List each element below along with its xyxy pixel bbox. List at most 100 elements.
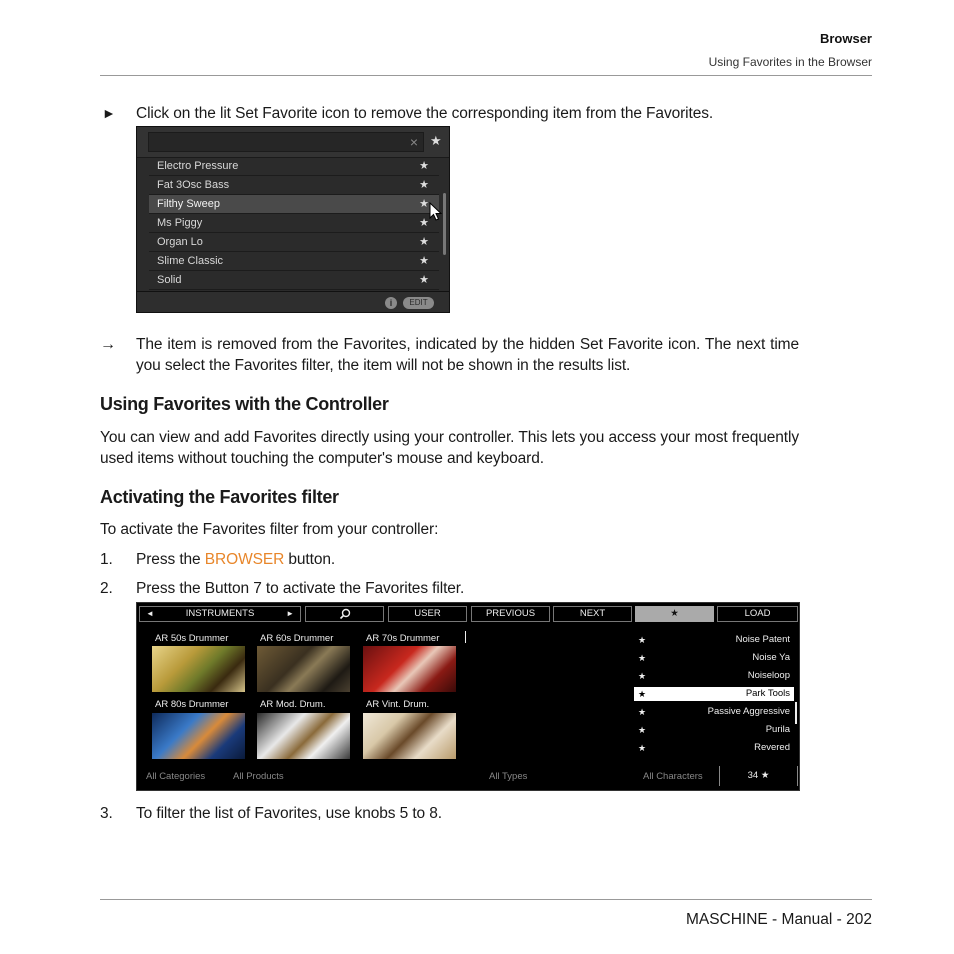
favorites-scrollbar[interactable] xyxy=(795,702,797,724)
favorite-list-item[interactable]: ★ Revered xyxy=(634,741,794,755)
favorite-list-item[interactable]: ★ Noiseloop xyxy=(634,669,794,683)
step-text: To filter the list of Favorites, use kno… xyxy=(136,805,443,822)
step-text: Press the BROWSER button. xyxy=(136,549,335,570)
tile-label: AR 80s Drummer xyxy=(155,699,229,710)
list-item[interactable]: Ms Piggy ★ xyxy=(149,214,439,233)
list-item[interactable]: Organ Lo ★ xyxy=(149,233,439,252)
favorite-star-icon: ★ xyxy=(638,707,647,717)
load-button[interactable]: LOAD xyxy=(717,606,798,622)
ar-60s-drummer-thumbnail[interactable] xyxy=(257,646,350,692)
filter-characters[interactable]: All Characters xyxy=(643,771,703,782)
favorite-name: Noiseloop xyxy=(747,670,790,681)
step-number: 1. xyxy=(100,551,113,568)
previous-arrow-icon[interactable]: ◄ xyxy=(146,607,154,621)
list-scrollbar[interactable] xyxy=(443,193,446,255)
favorite-list-item[interactable]: ★ Noise Ya xyxy=(634,651,794,665)
footer-divider xyxy=(100,899,872,900)
filter-products[interactable]: All Products xyxy=(233,771,284,782)
footer-page-label: MASCHINE - Manual - 202 xyxy=(685,911,872,928)
set-favorite-icon[interactable]: ★ xyxy=(419,233,429,251)
list-item[interactable]: Solid ★ xyxy=(149,271,439,290)
favorite-star-icon: ★ xyxy=(638,671,647,681)
list-item[interactable]: Slime Classic ★ xyxy=(149,252,439,271)
item-name: Organ Lo xyxy=(157,236,203,248)
header-divider xyxy=(100,75,872,76)
tile-label: AR 50s Drummer xyxy=(155,633,229,644)
text-cursor xyxy=(465,631,466,643)
results-list: Electro Pressure ★ Fat 3Osc Bass ★ Filth… xyxy=(149,157,439,299)
set-favorite-icon[interactable]: ★ xyxy=(419,271,429,289)
result-text: The item is removed from the Favorites, … xyxy=(136,336,799,374)
set-favorite-icon[interactable]: ★ xyxy=(419,214,429,232)
search-button[interactable] xyxy=(305,606,384,622)
favorite-name: Purila xyxy=(765,724,790,735)
set-favorite-icon[interactable]: ★ xyxy=(419,157,429,175)
list-item[interactable]: Electro Pressure ★ xyxy=(149,157,439,176)
step-text-after: button. xyxy=(284,551,336,568)
search-icon xyxy=(339,608,350,620)
favorite-star-icon: ★ xyxy=(638,725,647,735)
favorite-list-item-selected[interactable]: ★ Park Tools xyxy=(634,687,794,701)
favorite-name: Noise Ya xyxy=(752,652,790,663)
favorites-filter-icon[interactable]: ★ xyxy=(430,133,442,149)
item-name: Fat 3Osc Bass xyxy=(157,179,230,191)
set-favorite-icon[interactable]: ★ xyxy=(419,195,429,213)
ar-50s-drummer-thumbnail[interactable] xyxy=(152,646,245,692)
controller-display-screenshot: ◄ INSTRUMENTS ► USER PREVIOUS NEXT ★ LOA… xyxy=(136,602,800,791)
step-text-before: Press the xyxy=(136,551,205,568)
browser-button-highlight: BROWSER xyxy=(204,551,285,568)
list-item[interactable]: Fat 3Osc Bass ★ xyxy=(149,176,439,195)
user-button[interactable]: USER xyxy=(388,606,467,622)
button-label: INSTRUMENTS xyxy=(185,608,255,619)
item-name: Filthy Sweep xyxy=(157,198,220,210)
favorite-name: Revered xyxy=(754,742,790,753)
filter-categories[interactable]: All Categories xyxy=(146,771,205,782)
favorite-star-icon: ★ xyxy=(638,653,647,663)
favorite-list-item[interactable]: ★ Passive Aggressive xyxy=(634,705,794,719)
ar-mod-drum-thumbnail[interactable] xyxy=(257,713,350,759)
section-heading-activate: Activating the Favorites filter xyxy=(100,487,339,507)
item-name: Slime Classic xyxy=(157,255,224,267)
section-intro-activate: To activate the Favorites filter from yo… xyxy=(100,521,439,538)
instruction-marker-icon: ► xyxy=(102,105,116,121)
favorite-star-icon: ★ xyxy=(638,635,647,645)
edit-button[interactable]: EDIT xyxy=(403,297,434,309)
favorite-star-icon: ★ xyxy=(638,743,647,753)
step-number: 2. xyxy=(100,580,113,597)
filter-types[interactable]: All Types xyxy=(489,771,527,782)
ar-70s-drummer-thumbnail[interactable] xyxy=(363,646,456,692)
clear-search-icon[interactable]: × xyxy=(410,133,418,152)
next-button[interactable]: NEXT xyxy=(553,606,632,622)
favorite-name: Park Tools xyxy=(745,688,790,699)
set-favorite-icon[interactable]: ★ xyxy=(419,252,429,270)
header-section-title: Browser xyxy=(819,31,872,46)
search-input[interactable]: × xyxy=(148,132,424,152)
item-name: Solid xyxy=(157,274,182,286)
favorite-name: Noise Patent xyxy=(735,634,790,645)
ar-80s-drummer-thumbnail[interactable] xyxy=(152,713,245,759)
tile-label: AR 70s Drummer xyxy=(366,633,440,644)
info-button[interactable]: i xyxy=(385,297,397,309)
browser-panel-screenshot: × ★ Electro Pressure ★ Fat 3Osc Bass ★ F… xyxy=(136,126,450,313)
favorite-list-item[interactable]: ★ Purila xyxy=(634,723,794,737)
browser-bottom-bar: i EDIT xyxy=(137,291,449,312)
favorite-star-icon: ★ xyxy=(638,689,647,699)
mouse-cursor-icon xyxy=(429,202,443,221)
list-item-selected[interactable]: Filthy Sweep ★ xyxy=(149,195,439,214)
favorites-filter-button[interactable]: ★ xyxy=(635,606,714,622)
step-text: Press the Button 7 to activate the Favor… xyxy=(136,580,465,597)
ar-vint-drum-thumbnail[interactable] xyxy=(363,713,456,759)
next-arrow-icon[interactable]: ► xyxy=(286,607,294,621)
favorite-list-item[interactable]: ★ Noise Patent xyxy=(634,633,794,647)
instruments-selector-button[interactable]: ◄ INSTRUMENTS ► xyxy=(139,606,301,622)
item-name: Ms Piggy xyxy=(157,217,203,229)
tile-label: AR Mod. Drum. xyxy=(260,699,326,710)
favorites-count: 34 ★ xyxy=(719,766,798,786)
item-name: Electro Pressure xyxy=(157,160,239,172)
tile-label: AR 60s Drummer xyxy=(260,633,334,644)
set-favorite-icon[interactable]: ★ xyxy=(419,176,429,194)
section-paragraph-controller: You can view and add Favorites directly … xyxy=(100,429,799,467)
previous-button[interactable]: PREVIOUS xyxy=(471,606,550,622)
instruction-text: Click on the lit Set Favorite icon to re… xyxy=(136,105,714,122)
section-heading-controller: Using Favorites with the Controller xyxy=(100,394,389,414)
